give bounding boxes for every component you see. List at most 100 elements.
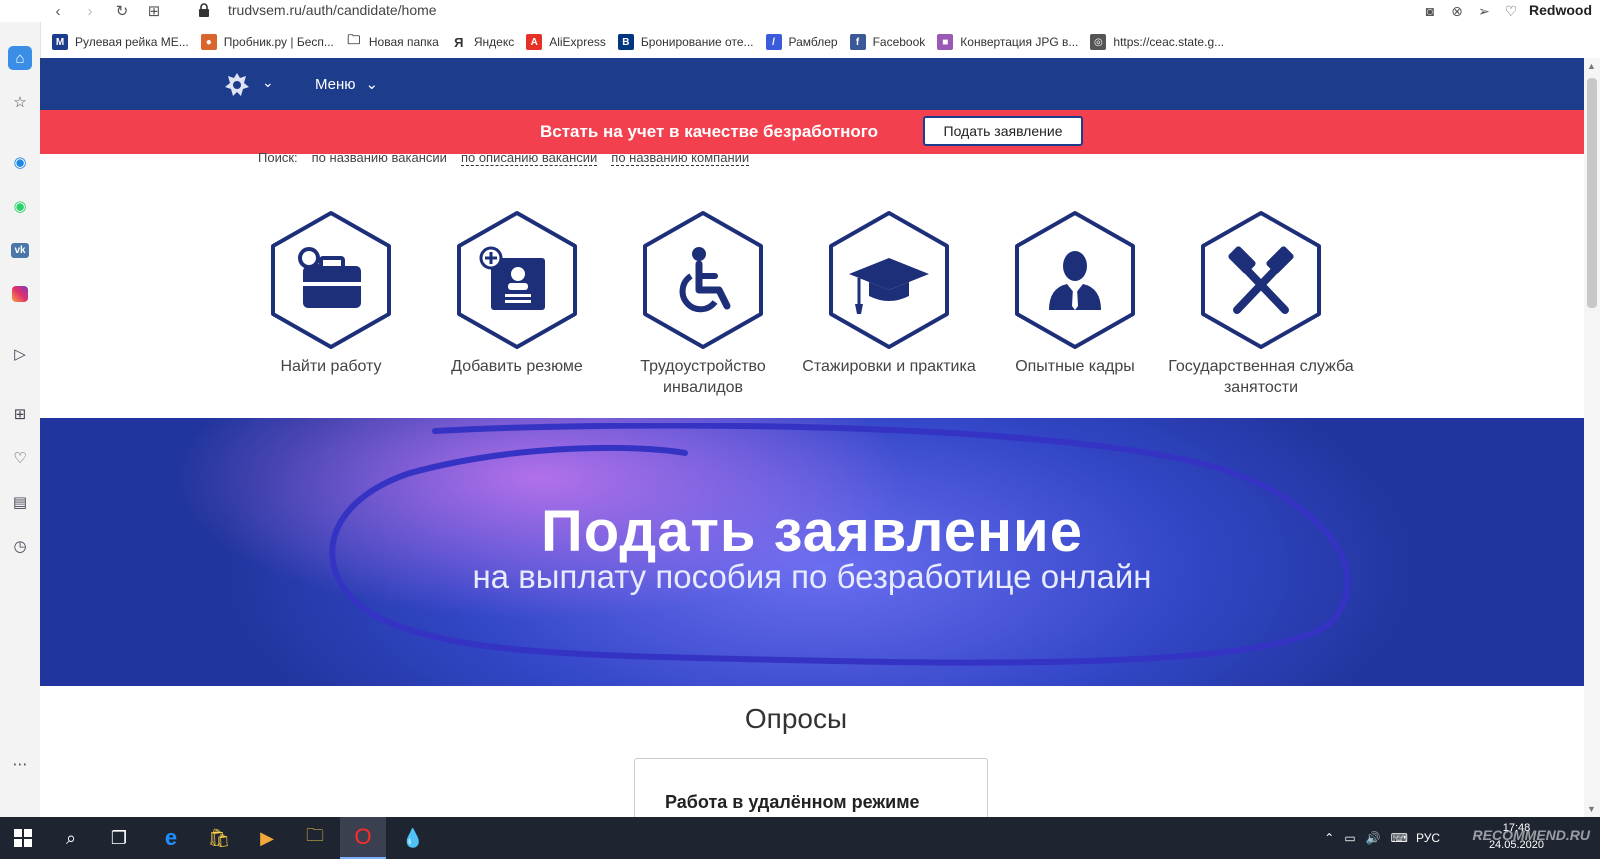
vk-icon[interactable]: vk (8, 238, 32, 262)
opera-icon[interactable]: O (340, 817, 386, 859)
scroll-down-icon[interactable]: ▼ (1587, 804, 1596, 814)
scroll-up-icon[interactable]: ▲ (1587, 61, 1596, 71)
search-icon[interactable]: ⌕ (48, 817, 94, 859)
bookmark-favicon-icon: / (765, 34, 782, 50)
bookmark-label: AliExpress (549, 35, 606, 49)
more-icon[interactable]: ⋯ (8, 752, 32, 776)
windows-taskbar: ⌕ ❐ e 🛍 ▶ 🗀 O 💧 ⌃ ▭ 🔊 ⌨ РУС 17:48 24.05.… (0, 817, 1600, 859)
star-icon[interactable]: ☆ (8, 90, 32, 114)
send-icon[interactable]: ▷ (8, 342, 32, 366)
polls-title: Опросы (744, 703, 848, 734)
language-indicator[interactable]: РУС (1416, 831, 1440, 845)
edge-icon[interactable]: e (148, 817, 194, 859)
keyboard-icon[interactable]: ⌨ (1391, 831, 1408, 845)
businessman-icon (1015, 211, 1135, 349)
bookmark-favicon-icon: ■ (937, 34, 954, 50)
task-view-icon[interactable]: ❐ (96, 817, 142, 859)
bookmark-item[interactable]: ■ Конвертация JPG в... (937, 34, 1078, 50)
bookmark-item[interactable]: 🗀 Новая папка (345, 32, 439, 50)
file-explorer-icon[interactable]: 🗀 (292, 817, 338, 859)
wheelchair-icon (643, 211, 763, 349)
hand-drawn-circle (329, 423, 1351, 666)
poll-card[interactable]: Работа в удалённом режиме (634, 758, 988, 817)
reload-icon[interactable]: ↻ (112, 1, 132, 21)
send-icon[interactable]: ➢ (1474, 1, 1494, 21)
category-label: Трудоустройство инвалидов (640, 358, 766, 396)
back-icon[interactable]: ‹ (48, 1, 68, 21)
url-field[interactable]: trudvsem.ru/auth/candidate/home (228, 2, 437, 18)
web-page: ⌄ Меню ⌄ Встать на учет в качестве безра… (40, 58, 1584, 817)
category-label: Найти работу (280, 358, 382, 375)
chevron-up-icon[interactable]: ⌃ (1324, 831, 1334, 845)
resume-add-icon (457, 211, 577, 349)
bookmark-favicon-icon: B (617, 34, 634, 50)
search-by-title[interactable]: по названию вакансии (312, 150, 447, 166)
tabs-grid-icon[interactable]: ⊞ (144, 1, 164, 21)
poll-title: Работа в удалённом режиме (665, 792, 920, 812)
whatsapp-icon[interactable]: ◉ (8, 194, 32, 218)
home-icon[interactable]: ⌂ (8, 46, 32, 70)
category-label: Опытные кадры (1015, 358, 1135, 375)
site-header: ⌄ Меню ⌄ (40, 58, 1584, 110)
heart-icon[interactable]: ♡ (8, 446, 32, 470)
bookmark-favicon-icon: f (849, 34, 866, 50)
profile-name[interactable]: Redwood (1529, 2, 1592, 18)
search-by-company[interactable]: по названию компании (611, 150, 750, 166)
category-disabled-employment[interactable]: Трудоустройство инвалидов (608, 210, 798, 398)
category-internships[interactable]: Стажировки и практика (794, 210, 984, 377)
bookmark-item[interactable]: B Бронирование оте... (617, 34, 754, 50)
category-state-employment-service[interactable]: Государственная служба занятости (1166, 210, 1356, 398)
banner-text: Встать на учет в качестве безработного (540, 122, 878, 141)
graduation-cap-icon (829, 211, 949, 349)
bookmark-item[interactable]: A AliExpress (526, 34, 606, 50)
bookmark-item[interactable]: M Рулевая рейка МЕ... (52, 34, 189, 50)
bookmark-item[interactable]: ● Пробник.ру | Бесп... (200, 34, 334, 50)
category-find-job[interactable]: Найти работу (236, 210, 426, 377)
coat-of-arms-icon[interactable] (222, 70, 252, 100)
forward-icon[interactable]: › (80, 1, 100, 21)
bookmark-label: Пробник.ру | Бесп... (223, 35, 334, 49)
news-icon[interactable]: ▤ (8, 490, 32, 514)
chevron-down-icon[interactable]: ⌄ (262, 74, 274, 91)
search-by-description[interactable]: по описанию вакансии (460, 150, 598, 166)
bookmark-item[interactable]: f Facebook (849, 34, 925, 50)
bookmark-label: https://ceac.state.g... (1113, 35, 1225, 49)
menu-button[interactable]: Меню ⌄ (315, 75, 379, 94)
bookmark-label: Новая папка (368, 35, 439, 49)
bookmark-item[interactable]: Я Яндекс (450, 34, 514, 50)
volume-icon[interactable]: 🔊 (1366, 831, 1381, 845)
scroll-thumb[interactable] (1587, 78, 1597, 308)
page-scrollbar[interactable]: ▲ ▼ (1584, 58, 1600, 817)
menu-label: Меню (315, 75, 356, 93)
instagram-icon[interactable] (8, 282, 32, 306)
adblock-icon[interactable]: ⊗ (1447, 1, 1467, 21)
network-icon[interactable]: ▭ (1344, 831, 1355, 845)
watermark: RECOMMEND.RU (1472, 827, 1590, 843)
browser-sidebar: ⌂ ☆ ◉ ◉ vk ▷ ⊞ ♡ ▤ ◷ ⋯ (0, 22, 41, 817)
history-icon[interactable]: ◷ (8, 534, 32, 558)
briefcase-search-icon (271, 211, 391, 349)
category-add-resume[interactable]: Добавить резюме (422, 210, 612, 377)
heart-icon[interactable]: ♡ (1501, 1, 1521, 21)
search-label: Поиск: (258, 150, 298, 165)
messenger-icon[interactable]: ◉ (8, 150, 32, 174)
store-icon[interactable]: 🛍 (196, 817, 242, 859)
camera-icon[interactable]: ◙ (1420, 1, 1440, 21)
media-player-icon[interactable]: ▶ (244, 817, 290, 859)
chevron-down-icon: ⌄ (365, 76, 379, 93)
submit-application-button[interactable]: Подать заявление (923, 116, 1083, 146)
hammers-icon (1201, 211, 1321, 349)
lock-icon (199, 3, 209, 17)
bookmark-favicon-icon: A (526, 34, 543, 50)
category-label: Государственная служба занятости (1168, 358, 1354, 396)
bookmark-item[interactable]: / Рамблер (765, 34, 838, 50)
windows-start-icon[interactable] (0, 817, 46, 859)
bookmark-item[interactable]: ◎ https://ceac.state.g... (1090, 34, 1224, 50)
app-drop-icon[interactable]: 💧 (390, 817, 436, 859)
search-options: Поиск: по названию вакансии по описанию … (258, 150, 750, 166)
bookmark-favicon-icon: 🗀 (345, 32, 362, 50)
category-experienced-staff[interactable]: Опытные кадры (980, 210, 1170, 377)
unemployment-banner: Встать на учет в качестве безработного П… (40, 110, 1584, 154)
bookmark-label: Бронирование оте... (640, 35, 754, 49)
apps-grid-icon[interactable]: ⊞ (8, 402, 32, 426)
